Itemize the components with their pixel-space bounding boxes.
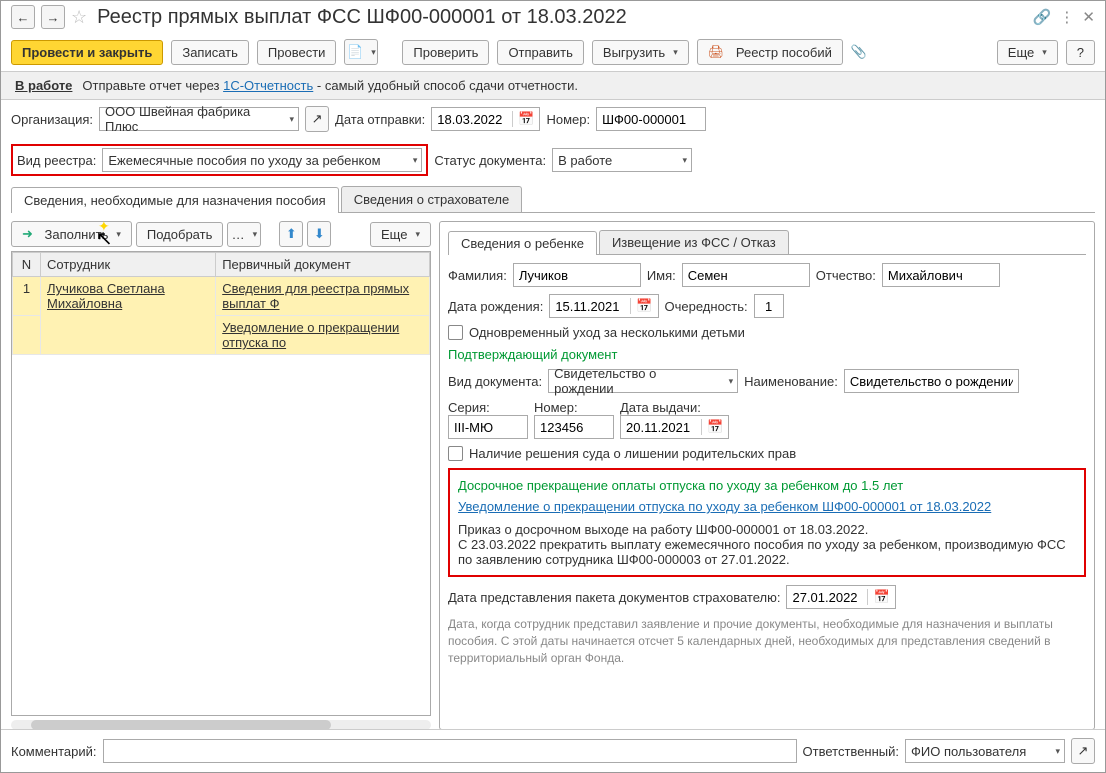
col-n: N	[13, 253, 41, 277]
status-link[interactable]: В работе	[15, 78, 72, 93]
number-field[interactable]	[596, 107, 706, 131]
doctype-field[interactable]: Свидетельство о рождении	[548, 369, 738, 393]
link-icon[interactable]: 🔗	[1033, 8, 1052, 26]
menu-icon[interactable]: ⋮	[1059, 8, 1074, 26]
doc-link[interactable]: Сведения для реестра прямых выплат Ф	[222, 281, 409, 311]
responsible-field[interactable]: ФИО пользователя	[905, 739, 1065, 763]
pick-button[interactable]: Подобрать	[136, 222, 223, 247]
comment-label: Комментарий:	[11, 744, 97, 759]
docname-label: Наименование:	[744, 374, 838, 389]
docstatus-label: Статус документа:	[434, 153, 546, 168]
post-button[interactable]: Провести	[257, 40, 337, 65]
regtype-label: Вид реестра:	[17, 153, 96, 168]
surname-field[interactable]	[513, 263, 641, 287]
birthdate-field[interactable]: 📅	[549, 294, 658, 318]
export-button[interactable]: Выгрузить	[592, 40, 689, 65]
packdate-label: Дата представления пакета документов стр…	[448, 590, 780, 605]
early-termination-block: Досрочное прекращение оплаты отпуска по …	[448, 468, 1086, 577]
status-message: Отправьте отчет через 1С-Отчетность - са…	[82, 78, 578, 93]
patronymic-field[interactable]	[882, 263, 1000, 287]
write-button[interactable]: Записать	[171, 40, 249, 65]
order-text-1: Приказ о досрочном выходе на работу ШФ00…	[458, 522, 1076, 537]
forward-button[interactable]: →	[41, 5, 65, 29]
birthdate-label: Дата рождения:	[448, 299, 543, 314]
send-button[interactable]: Отправить	[497, 40, 583, 65]
multi-care-checkbox[interactable]	[448, 325, 463, 340]
responsible-open-button[interactable]: ↗	[1071, 738, 1095, 764]
check-button[interactable]: Проверить	[402, 40, 489, 65]
docstatus-field[interactable]: В работе	[552, 148, 692, 172]
order-text-2: С 23.03.2022 прекратить выплату ежемесяч…	[458, 537, 1076, 567]
docnum-label: Номер:	[534, 400, 614, 415]
early-term-section: Досрочное прекращение оплаты отпуска по …	[458, 478, 1076, 493]
print-menu-button[interactable]: 📄	[344, 39, 378, 65]
senddate-field[interactable]: 📅	[431, 107, 540, 131]
col-primary-doc: Первичный документ	[216, 253, 430, 277]
back-button[interactable]: ←	[11, 5, 35, 29]
confirm-doc-section: Подтверждающий документ	[448, 347, 617, 362]
report-link[interactable]: 1С-Отчетность	[223, 78, 313, 93]
responsible-label: Ответственный:	[803, 744, 899, 759]
help-button[interactable]: ?	[1066, 40, 1095, 65]
fill-button[interactable]: ➜ Заполнить	[11, 221, 132, 247]
org-label: Организация:	[11, 112, 93, 127]
name-field[interactable]	[682, 263, 810, 287]
court-decision-label: Наличие решения суда о лишении родительс…	[469, 446, 796, 461]
doc-link[interactable]: Уведомление о прекращении отпуска по	[222, 320, 399, 350]
multi-care-label: Одновременный уход за несколькими детьми	[469, 325, 745, 340]
series-label: Серия:	[448, 400, 528, 415]
close-icon[interactable]: ✕	[1082, 8, 1095, 26]
tab-assignment-info[interactable]: Сведения, необходимые для назначения пос…	[11, 187, 339, 213]
favorite-icon[interactable]: ☆	[71, 7, 87, 28]
ellipsis-button[interactable]: …	[227, 222, 261, 247]
senddate-label: Дата отправки:	[335, 112, 425, 127]
packdate-field[interactable]: 📅	[786, 585, 895, 609]
docnum-field[interactable]	[534, 415, 614, 439]
registry-button[interactable]: 🖨 Реестр пособий	[697, 39, 843, 65]
surname-label: Фамилия:	[448, 268, 507, 283]
post-close-button[interactable]: Провести и закрыть	[11, 40, 163, 65]
court-decision-checkbox[interactable]	[448, 446, 463, 461]
issue-field[interactable]: 📅	[620, 415, 729, 439]
employee-link[interactable]: Лучикова Светлана Михайловна	[47, 281, 165, 311]
comment-field[interactable]	[103, 739, 797, 763]
window-title: Реестр прямых выплат ФСС ШФ00-000001 от …	[97, 6, 627, 29]
order-label: Очередность:	[665, 299, 748, 314]
termination-notice-link[interactable]: Уведомление о прекращении отпуска по ухо…	[458, 499, 991, 514]
order-field[interactable]	[754, 294, 784, 318]
series-field[interactable]	[448, 415, 528, 439]
number-label: Номер:	[546, 112, 590, 127]
name-label: Имя:	[647, 268, 676, 283]
more-button[interactable]: Еще	[997, 40, 1058, 65]
org-field[interactable]: ООО Швейная фабрика Плюс	[99, 107, 299, 131]
move-up-button[interactable]: ⬆	[279, 221, 303, 247]
table-row[interactable]: 1 Лучикова Светлана Михайловна Сведения …	[13, 277, 430, 316]
regtype-field[interactable]: Ежемесячные пособия по уходу за ребенком	[102, 148, 422, 172]
tab-insurer-info[interactable]: Сведения о страхователе	[341, 186, 522, 212]
doctype-label: Вид документа:	[448, 374, 542, 389]
org-open-button[interactable]: ↗	[305, 106, 329, 132]
tab-fss-notice[interactable]: Извещение из ФСС / Отказ	[599, 230, 789, 254]
docname-field[interactable]	[844, 369, 1019, 393]
left-more-button[interactable]: Еще	[370, 222, 431, 247]
issue-label: Дата выдачи:	[620, 400, 729, 415]
help-text: Дата, когда сотрудник представил заявлен…	[448, 616, 1086, 666]
employee-table[interactable]: N Сотрудник Первичный документ 1 Лучиков…	[11, 251, 431, 716]
move-down-button[interactable]: ⬇	[307, 221, 331, 247]
col-employee: Сотрудник	[41, 253, 216, 277]
attachment-icon[interactable]: 📎	[851, 44, 867, 60]
patronymic-label: Отчество:	[816, 268, 876, 283]
tab-child-info[interactable]: Сведения о ребенке	[448, 231, 597, 255]
